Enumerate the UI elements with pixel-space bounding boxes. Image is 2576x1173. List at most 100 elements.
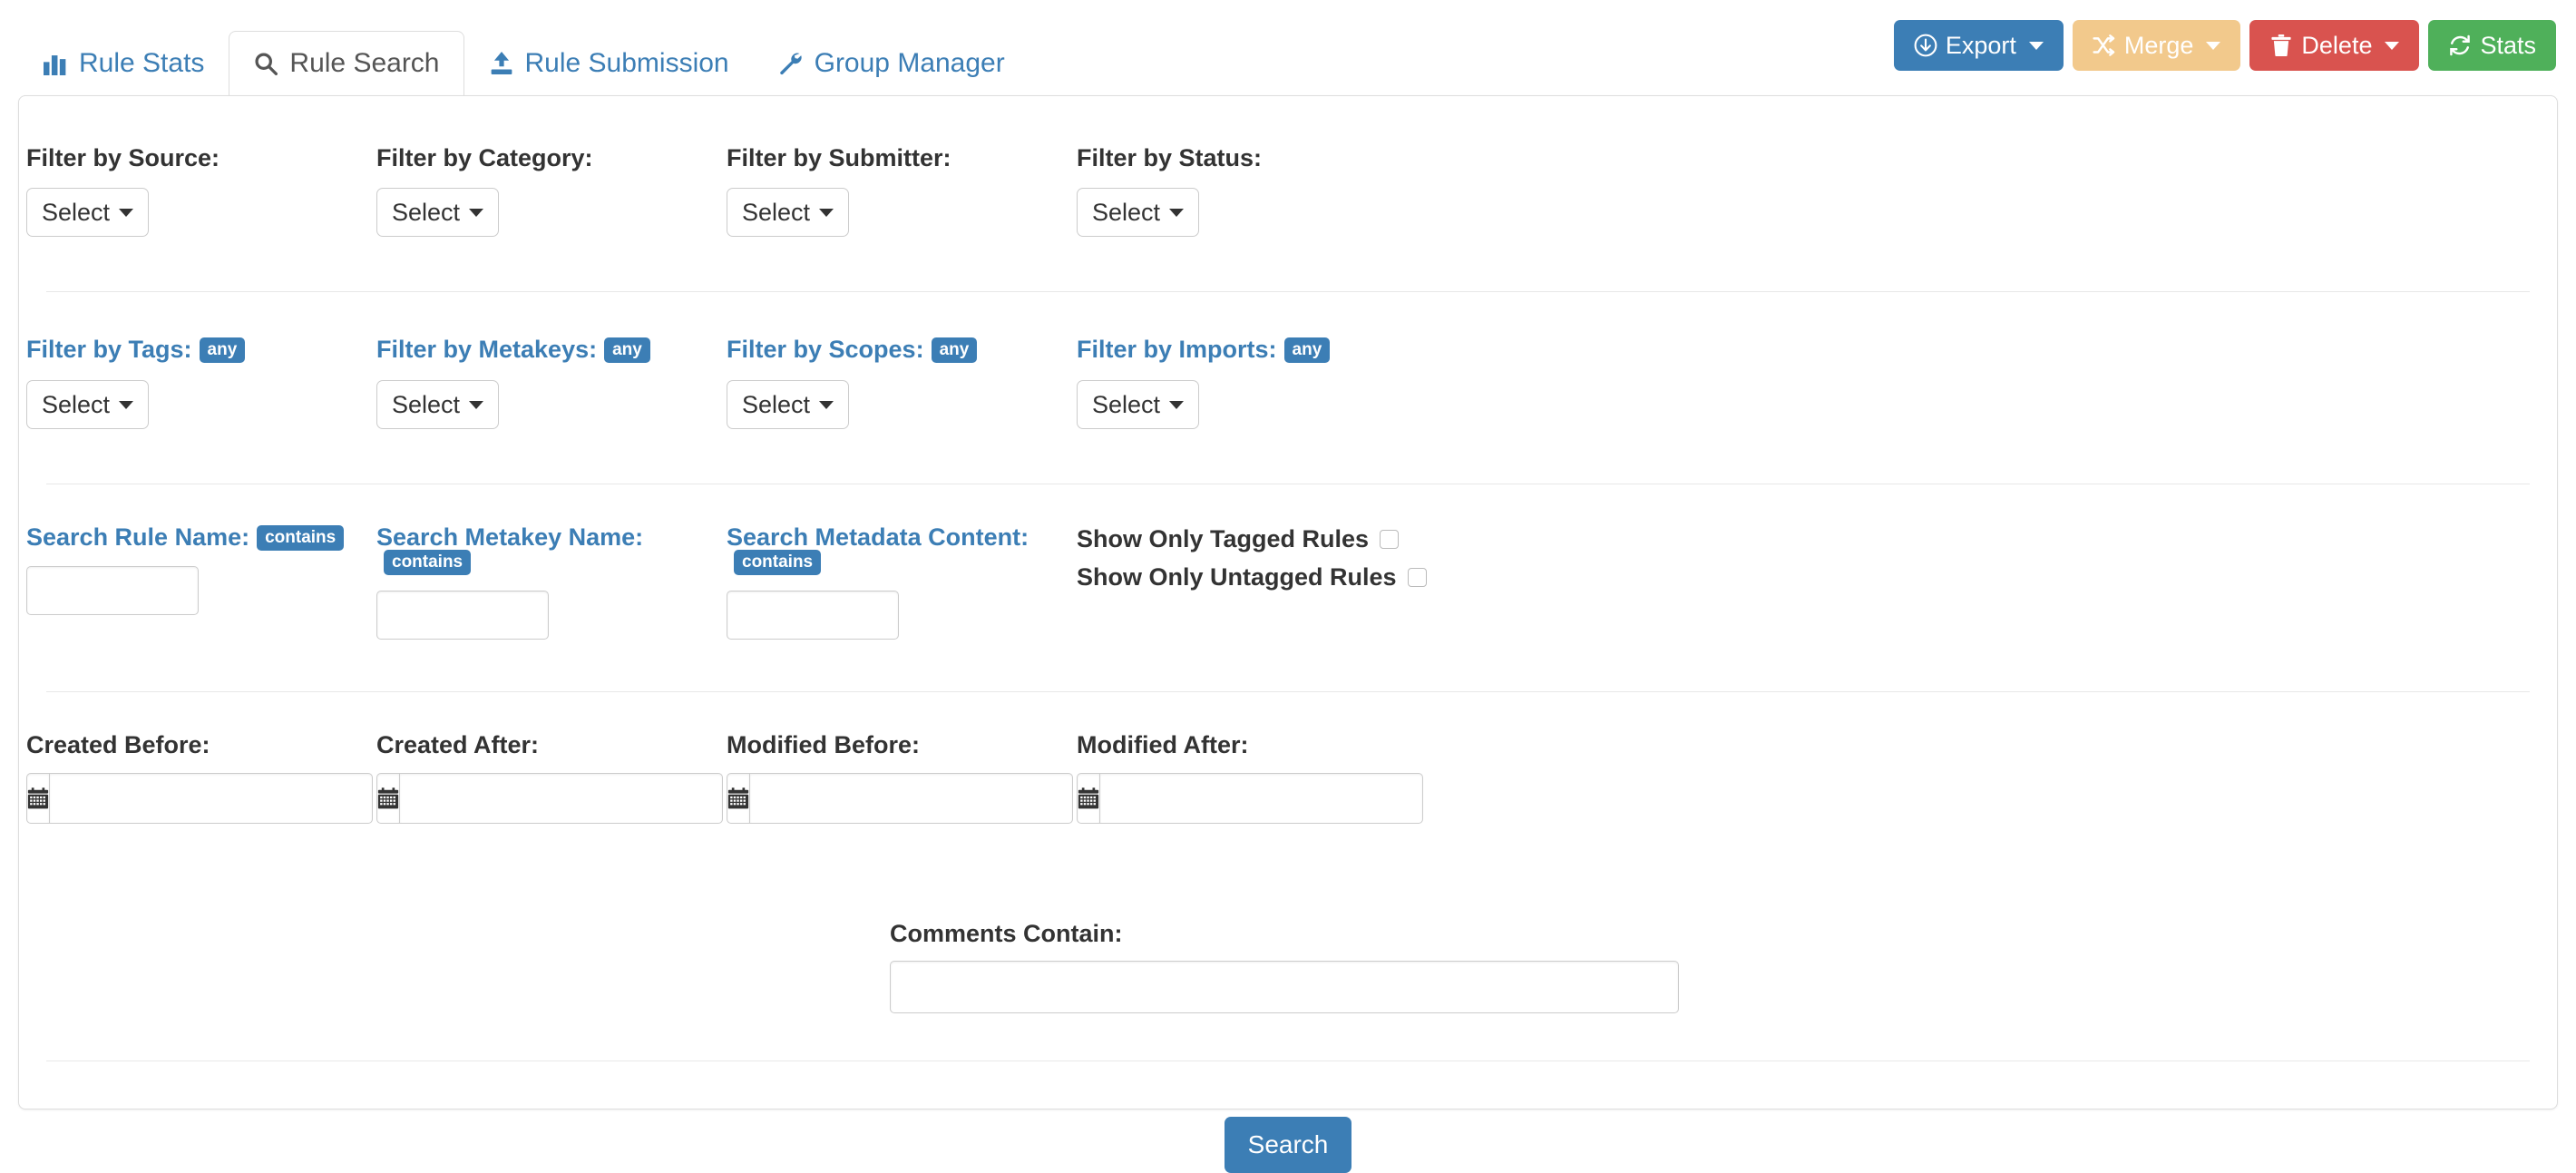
show-only-untagged-rules-label: Show Only Untagged Rules: [1077, 565, 1397, 590]
chevron-down-icon: [2029, 42, 2044, 50]
filter-imports-header: Filter by Imports: any: [1077, 337, 1427, 363]
modified-after: Modified After:: [1077, 733, 1427, 824]
filter-imports-select[interactable]: Select: [1077, 380, 1199, 429]
delete-button[interactable]: Delete: [2249, 20, 2419, 71]
search-submit-row: Search: [19, 1117, 2557, 1173]
filter-tags-label[interactable]: Filter by Tags:: [26, 336, 192, 363]
search-rule-name: Search Rule Name: contains: [26, 525, 376, 640]
created-before-label: Created Before:: [26, 733, 376, 758]
filter-scopes-badge[interactable]: any: [932, 337, 978, 363]
wrench-icon: [778, 51, 804, 76]
tab-label: Rule Search: [289, 50, 439, 77]
search-icon: [253, 51, 278, 76]
shuffle-icon: [2093, 34, 2116, 57]
select-label: Select: [1092, 393, 1160, 417]
date-row: Created Before:: [19, 692, 2557, 824]
created-after-input[interactable]: [399, 773, 723, 824]
chevron-down-icon: [469, 401, 483, 409]
search-metakey-name-header: Search Metakey Name:contains: [376, 525, 727, 575]
modified-before-input[interactable]: [749, 773, 1073, 824]
search-metadata-content-input[interactable]: [727, 591, 899, 640]
comments-contain-label: Comments Contain:: [890, 922, 1679, 946]
filter-metakeys-select[interactable]: Select: [376, 380, 499, 429]
tab-bar: Rule Stats Rule Search Rule Submission: [0, 0, 2576, 95]
filter-status-label: Filter by Status:: [1077, 146, 1427, 171]
search-rule-name-badge[interactable]: contains: [257, 525, 344, 551]
filter-source-label: Filter by Source:: [26, 146, 376, 171]
panel-body: Filter by Source: Select Filter by Categ…: [19, 96, 2557, 1109]
filter-tags: Filter by Tags: any Select: [26, 337, 376, 429]
tab-rule-stats[interactable]: Rule Stats: [18, 31, 229, 96]
tab-label: Rule Stats: [79, 50, 204, 77]
created-before-input[interactable]: [49, 773, 373, 824]
search-metadata-content-badge[interactable]: contains: [734, 550, 821, 575]
search-metadata-content: Search Metadata Content:contains: [727, 525, 1077, 640]
tab-rule-submission[interactable]: Rule Submission: [464, 31, 754, 96]
stats-label: Stats: [2480, 34, 2536, 58]
export-button[interactable]: Export: [1894, 20, 2064, 71]
select-label: Select: [392, 393, 460, 417]
filter-metakeys-label[interactable]: Filter by Metakeys:: [376, 336, 597, 363]
show-only-untagged-rules-row: Show Only Untagged Rules: [1077, 565, 1427, 590]
stats-button[interactable]: Stats: [2428, 20, 2556, 71]
select-label: Select: [1092, 200, 1160, 225]
search-metakey-name: Search Metakey Name:contains: [376, 525, 727, 640]
filter-metakeys-header: Filter by Metakeys: any: [376, 337, 727, 363]
calendar-icon[interactable]: [26, 773, 49, 824]
created-after-label: Created After:: [376, 733, 727, 758]
tab-group-manager[interactable]: Group Manager: [754, 31, 1029, 96]
tab-label: Rule Submission: [525, 50, 729, 77]
comments-contain: Comments Contain:: [890, 922, 1679, 1013]
search-metakey-name-badge[interactable]: contains: [384, 550, 471, 575]
toolbar-actions: Export Merge: [1894, 20, 2556, 71]
filter-tags-header: Filter by Tags: any: [26, 337, 376, 363]
search-metadata-content-label[interactable]: Search Metadata Content:: [727, 523, 1029, 551]
filter-imports-badge[interactable]: any: [1284, 337, 1331, 363]
chevron-down-icon: [1169, 401, 1184, 409]
calendar-icon[interactable]: [376, 773, 399, 824]
filter-scopes-label[interactable]: Filter by Scopes:: [727, 336, 924, 363]
filter-submitter-label: Filter by Submitter:: [727, 146, 1077, 171]
filter-status: Filter by Status: Select: [1077, 146, 1427, 237]
search-metakey-name-input[interactable]: [376, 591, 549, 640]
modified-before-label: Modified Before:: [727, 733, 1077, 758]
search-metakey-name-label[interactable]: Search Metakey Name:: [376, 523, 643, 551]
modified-after-input[interactable]: [1099, 773, 1423, 824]
modified-after-label: Modified After:: [1077, 733, 1427, 758]
select-label: Select: [742, 393, 810, 417]
comments-contain-input[interactable]: [890, 961, 1679, 1013]
show-only-tagged-rules-label: Show Only Tagged Rules: [1077, 527, 1369, 552]
filter-tags-badge[interactable]: any: [200, 337, 246, 363]
show-only-untagged-rules-checkbox[interactable]: [1408, 568, 1427, 587]
export-label: Export: [1946, 34, 2016, 58]
filter-source: Filter by Source: Select: [26, 146, 376, 237]
calendar-icon[interactable]: [1077, 773, 1099, 824]
filter-metakeys-badge[interactable]: any: [604, 337, 650, 363]
filter-imports-label[interactable]: Filter by Imports:: [1077, 336, 1277, 363]
created-before-group: [26, 773, 346, 824]
select-label: Select: [742, 200, 810, 225]
search-rule-name-label[interactable]: Search Rule Name:: [26, 523, 249, 551]
chevron-down-icon: [2206, 42, 2220, 50]
search-rule-name-header: Search Rule Name: contains: [26, 525, 376, 551]
calendar-icon[interactable]: [727, 773, 749, 824]
filter-scopes-select[interactable]: Select: [727, 380, 849, 429]
created-before: Created Before:: [26, 733, 376, 824]
merge-button[interactable]: Merge: [2073, 20, 2241, 71]
search-rule-name-input[interactable]: [26, 566, 199, 615]
search-button[interactable]: Search: [1225, 1117, 1352, 1173]
filter-category-select[interactable]: Select: [376, 188, 499, 237]
rule-search-panel: Filter by Source: Select Filter by Categ…: [18, 95, 2558, 1109]
chevron-down-icon: [1169, 209, 1184, 217]
show-only-tagged-rules-checkbox[interactable]: [1380, 530, 1399, 549]
search-metadata-content-header: Search Metadata Content:contains: [727, 525, 1077, 575]
filter-status-select[interactable]: Select: [1077, 188, 1199, 237]
filter-submitter-select[interactable]: Select: [727, 188, 849, 237]
filter-tags-select[interactable]: Select: [26, 380, 149, 429]
tab-rule-search[interactable]: Rule Search: [229, 31, 463, 96]
filter-source-select[interactable]: Select: [26, 188, 149, 237]
show-only-tagged-rules-row: Show Only Tagged Rules: [1077, 527, 1427, 552]
filter-submitter: Filter by Submitter: Select: [727, 146, 1077, 237]
filter-category: Filter by Category: Select: [376, 146, 727, 237]
filter-scopes: Filter by Scopes: any Select: [727, 337, 1077, 429]
